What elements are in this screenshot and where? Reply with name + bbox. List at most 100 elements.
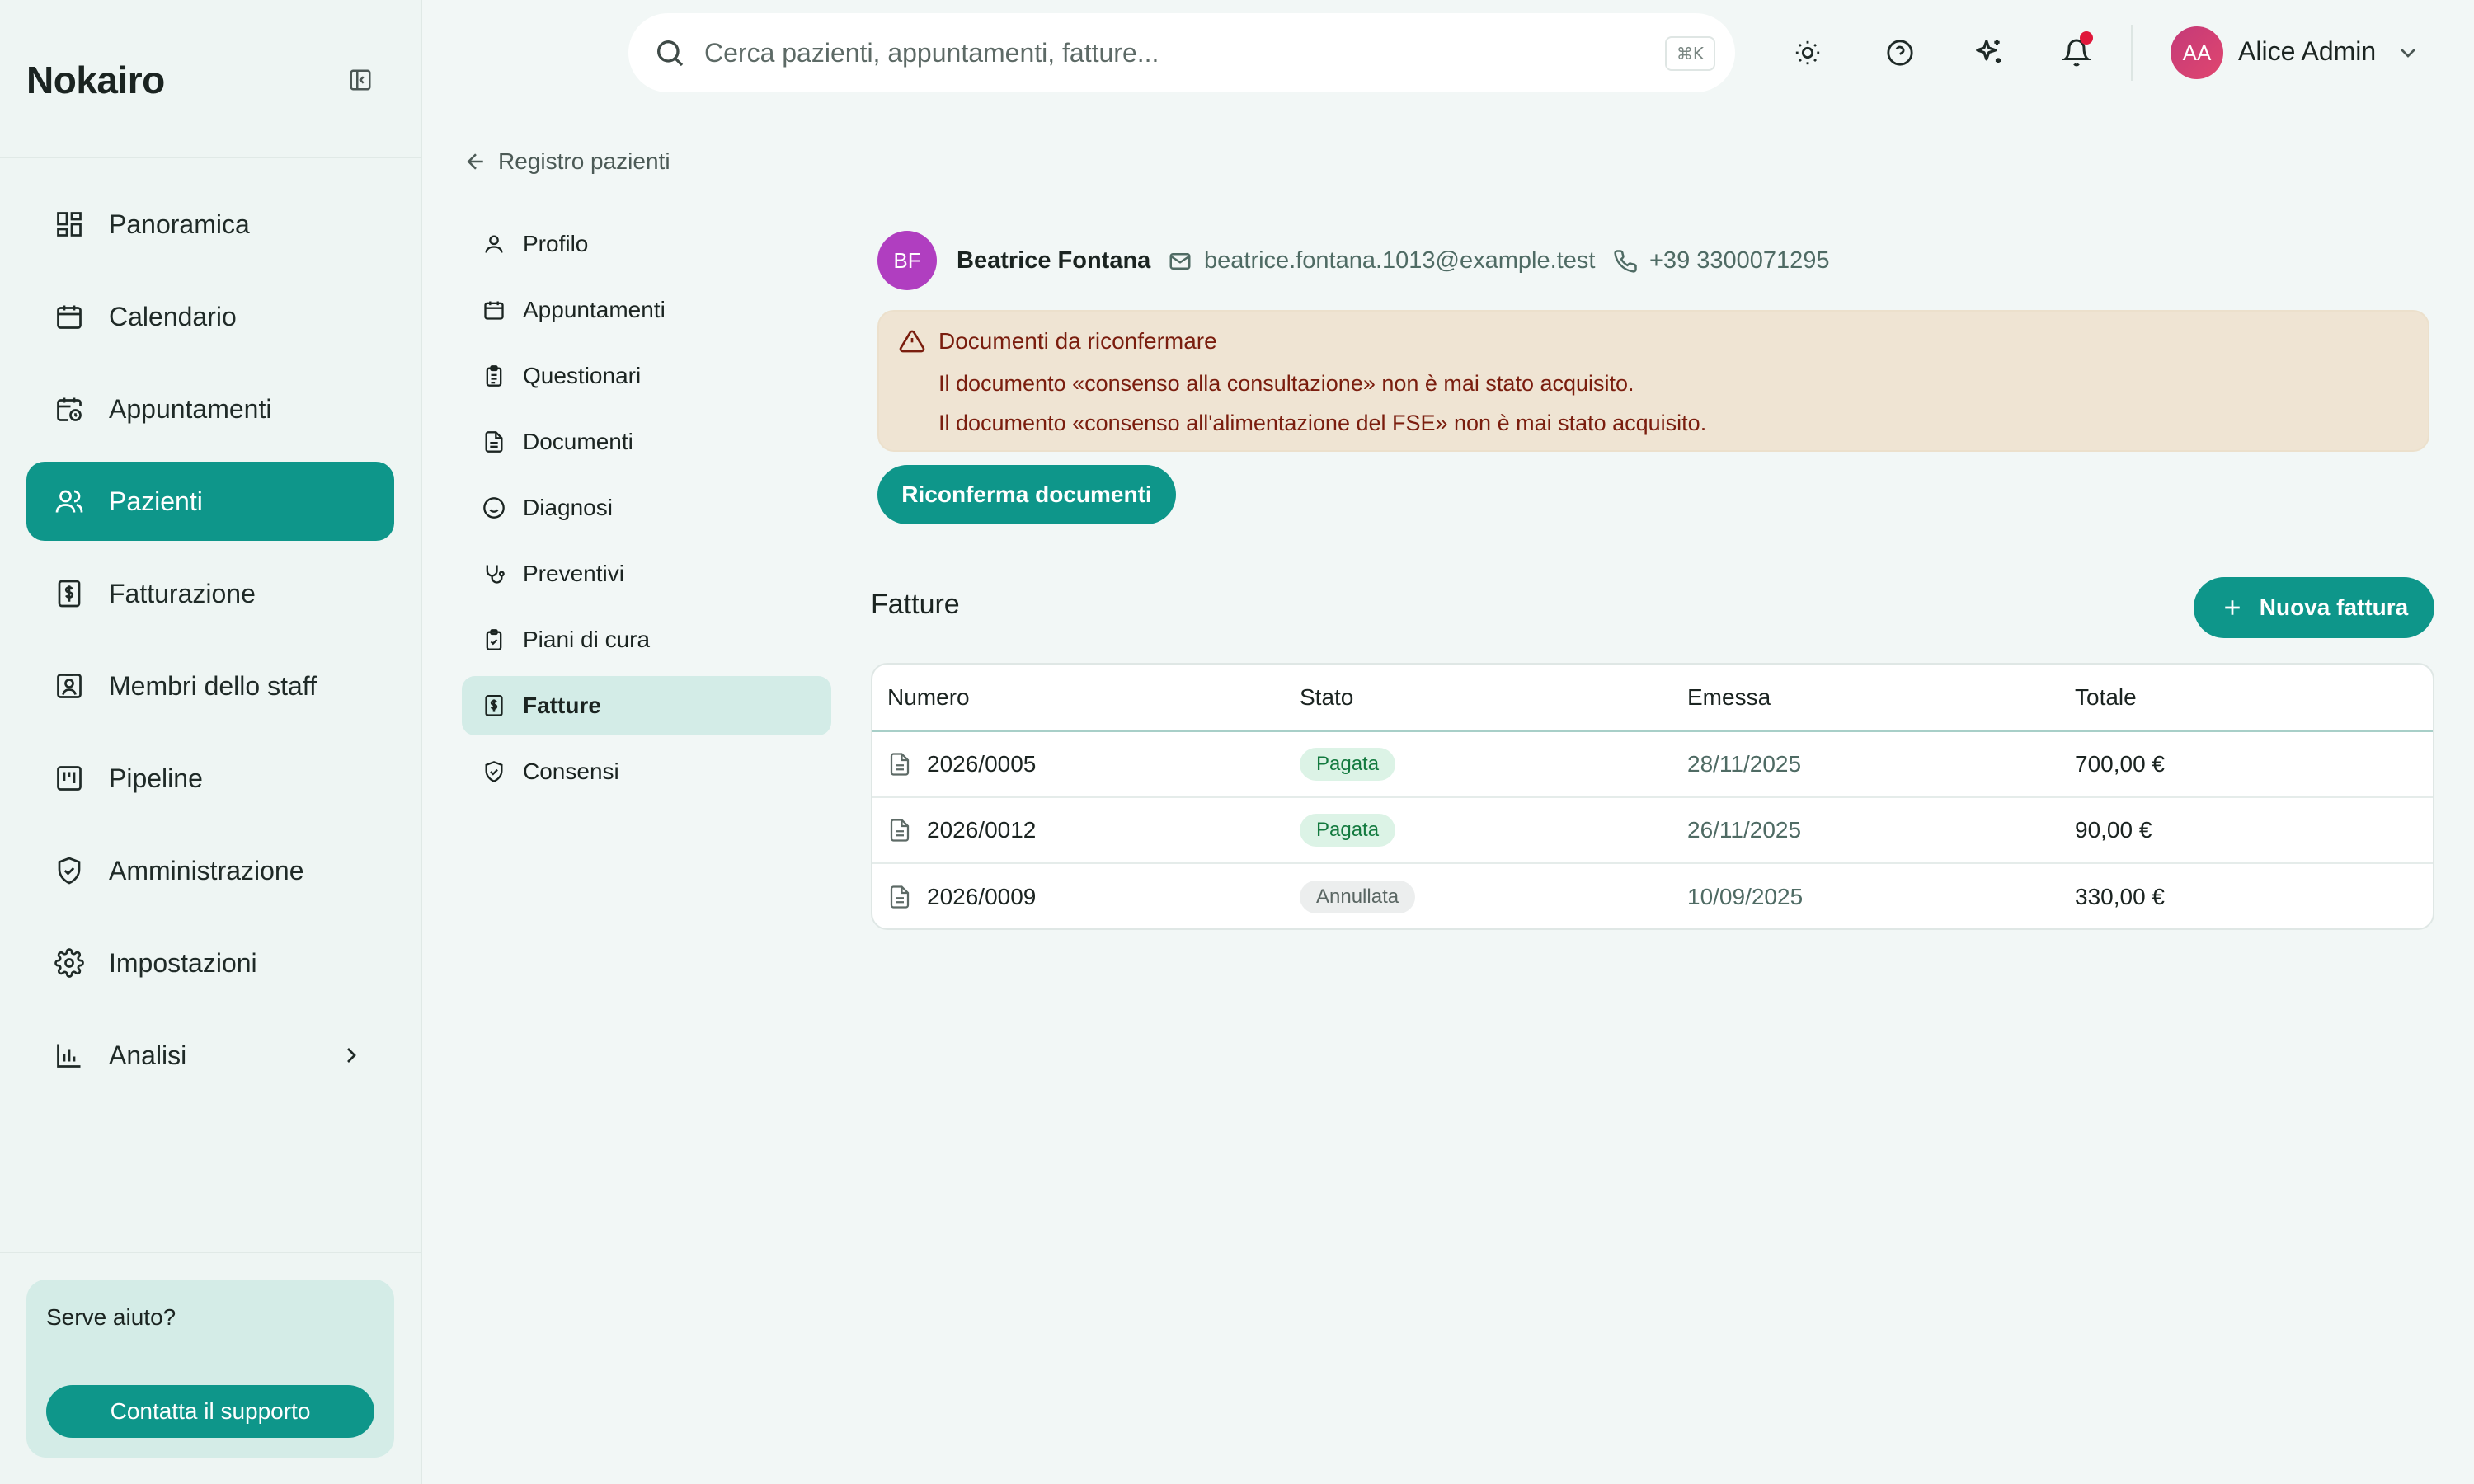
brand-logo[interactable]: Nokairo <box>26 58 165 102</box>
help-card: Serve aiuto? Contatta il supporto <box>26 1280 394 1458</box>
topbar-divider <box>2131 25 2133 81</box>
warning-triangle-icon <box>899 330 925 353</box>
invoice-total: 700,00 € <box>2075 751 2165 777</box>
invoice-total: 90,00 € <box>2075 817 2152 843</box>
contact-support-button[interactable]: Contatta il supporto <box>46 1385 374 1438</box>
sidebar-item-label: Membri dello staff <box>109 670 317 701</box>
tab-label: Diagnosi <box>523 495 613 520</box>
gear-icon <box>53 946 86 979</box>
reconfirm-documents-button[interactable]: Riconferma documenti <box>877 465 1176 524</box>
table-header: Numero Stato Emessa Totale <box>872 665 2433 732</box>
invoice-number[interactable]: 2026/0012 <box>927 817 1036 843</box>
tab-label: Documenti <box>523 429 633 454</box>
smile-icon <box>482 495 506 520</box>
column-header-numero[interactable]: Numero <box>872 684 1300 711</box>
sidebar-item-label: Appuntamenti <box>109 393 272 424</box>
invoice-number[interactable]: 2026/0005 <box>927 751 1036 777</box>
file-text-icon <box>482 430 506 454</box>
sidebar-item-pipeline[interactable]: Pipeline <box>26 739 394 818</box>
search-bar[interactable]: ⌘K <box>628 13 1735 92</box>
tab-documenti[interactable]: Documenti <box>462 412 831 472</box>
mail-icon <box>1169 252 1191 270</box>
patient-phone-text: +39 3300071295 <box>1649 247 1830 274</box>
help-title: Serve aiuto? <box>46 1304 176 1330</box>
table-row[interactable]: 2026/0005 Pagata 28/11/2025 700,00 € <box>872 732 2433 798</box>
id-badge-icon <box>53 669 86 702</box>
sidebar-item-label: Pipeline <box>109 763 203 793</box>
sidebar-item-membri-staff[interactable]: Membri dello staff <box>26 646 394 726</box>
calendar-icon <box>53 300 86 333</box>
receipt-icon <box>482 693 506 718</box>
tab-label: Fatture <box>523 693 601 718</box>
back-link-label: Registro pazienti <box>498 148 670 174</box>
sidebar-item-pazienti[interactable]: Pazienti <box>26 462 394 541</box>
sidebar-item-panoramica[interactable]: Panoramica <box>26 185 394 264</box>
shield-check-icon <box>482 759 506 784</box>
tab-profilo[interactable]: Profilo <box>462 214 831 274</box>
invoice-total: 330,00 € <box>2075 884 2165 909</box>
table-row[interactable]: 2026/0012 Pagata 26/11/2025 90,00 € <box>872 798 2433 864</box>
back-link[interactable]: Registro pazienti <box>463 148 670 175</box>
plus-icon <box>2225 600 2240 615</box>
file-icon <box>890 819 910 842</box>
tab-label: Appuntamenti <box>523 297 666 322</box>
file-icon <box>890 753 910 776</box>
tab-fatture[interactable]: Fatture <box>462 676 831 735</box>
shield-check-icon <box>53 854 86 887</box>
column-header-stato[interactable]: Stato <box>1300 684 1687 711</box>
sidebar-item-impostazioni[interactable]: Impostazioni <box>26 923 394 1003</box>
calendar-clock-icon <box>53 392 86 425</box>
tab-consensi[interactable]: Consensi <box>462 742 831 801</box>
chevron-down-icon[interactable] <box>2395 40 2421 66</box>
tab-preventivi[interactable]: Preventivi <box>462 544 831 603</box>
sidebar-divider <box>0 1252 421 1253</box>
sidebar-item-label: Panoramica <box>109 209 250 239</box>
table-row[interactable]: 2026/0009 Annullata 10/09/2025 330,00 € <box>872 864 2433 928</box>
patient-avatar: BF <box>877 231 937 290</box>
tab-label: Consensi <box>523 758 619 784</box>
sidebar-item-label: Analisi <box>109 1040 187 1070</box>
documents-alert: Documenti da riconfermare Il documento «… <box>877 310 2429 452</box>
search-icon <box>657 40 684 67</box>
notification-dot <box>2080 31 2093 45</box>
invoice-number[interactable]: 2026/0009 <box>927 884 1036 910</box>
stethoscope-icon <box>482 561 506 586</box>
sidebar-item-calendario[interactable]: Calendario <box>26 277 394 356</box>
sidebar-item-appuntamenti[interactable]: Appuntamenti <box>26 369 394 448</box>
bell-icon[interactable] <box>2057 31 2096 73</box>
tab-diagnosi[interactable]: Diagnosi <box>462 478 831 538</box>
file-icon <box>890 885 910 909</box>
column-header-totale[interactable]: Totale <box>2075 684 2421 711</box>
help-icon[interactable] <box>1880 33 1920 73</box>
users-icon <box>53 485 86 518</box>
sidebar-collapse-icon[interactable] <box>346 66 374 94</box>
search-input[interactable] <box>704 31 1595 74</box>
sidebar: Nokairo Panoramica Calendario Appuntamen… <box>0 0 422 1484</box>
sidebar-item-label: Impostazioni <box>109 947 257 978</box>
status-badge: Annullata <box>1300 881 1416 913</box>
new-invoice-button[interactable]: Nuova fattura <box>2194 577 2434 638</box>
sidebar-item-analisi[interactable]: Analisi <box>26 1016 394 1095</box>
status-badge: Pagata <box>1300 748 1396 781</box>
theme-toggle-icon[interactable] <box>1788 33 1827 73</box>
invoice-issued-date: 10/09/2025 <box>1687 884 1804 909</box>
alert-message: Il documento «consenso all'alimentazione… <box>938 411 1707 435</box>
avatar[interactable]: AA <box>2171 26 2223 79</box>
column-header-emessa[interactable]: Emessa <box>1687 684 2075 711</box>
tab-questionari[interactable]: Questionari <box>462 346 831 406</box>
patient-email[interactable]: beatrice.fontana.1013@example.test <box>1168 247 1595 275</box>
ai-sparkles-icon[interactable] <box>1969 33 2009 73</box>
tab-appuntamenti[interactable]: Appuntamenti <box>462 280 831 340</box>
sidebar-item-amministrazione[interactable]: Amministrazione <box>26 831 394 910</box>
patient-phone[interactable]: +39 3300071295 <box>1613 247 1830 275</box>
user-name[interactable]: Alice Admin <box>2238 36 2376 67</box>
tab-piani-di-cura[interactable]: Piani di cura <box>462 610 831 669</box>
sidebar-item-label: Calendario <box>109 301 237 331</box>
tab-label: Questionari <box>523 363 642 388</box>
patient-name: Beatrice Fontana <box>957 247 1151 274</box>
bar-chart-icon <box>53 1039 86 1072</box>
chevron-right-icon[interactable] <box>338 1042 365 1068</box>
receipt-icon <box>53 577 86 610</box>
sidebar-item-fatturazione[interactable]: Fatturazione <box>26 554 394 633</box>
calendar-icon <box>482 298 506 322</box>
